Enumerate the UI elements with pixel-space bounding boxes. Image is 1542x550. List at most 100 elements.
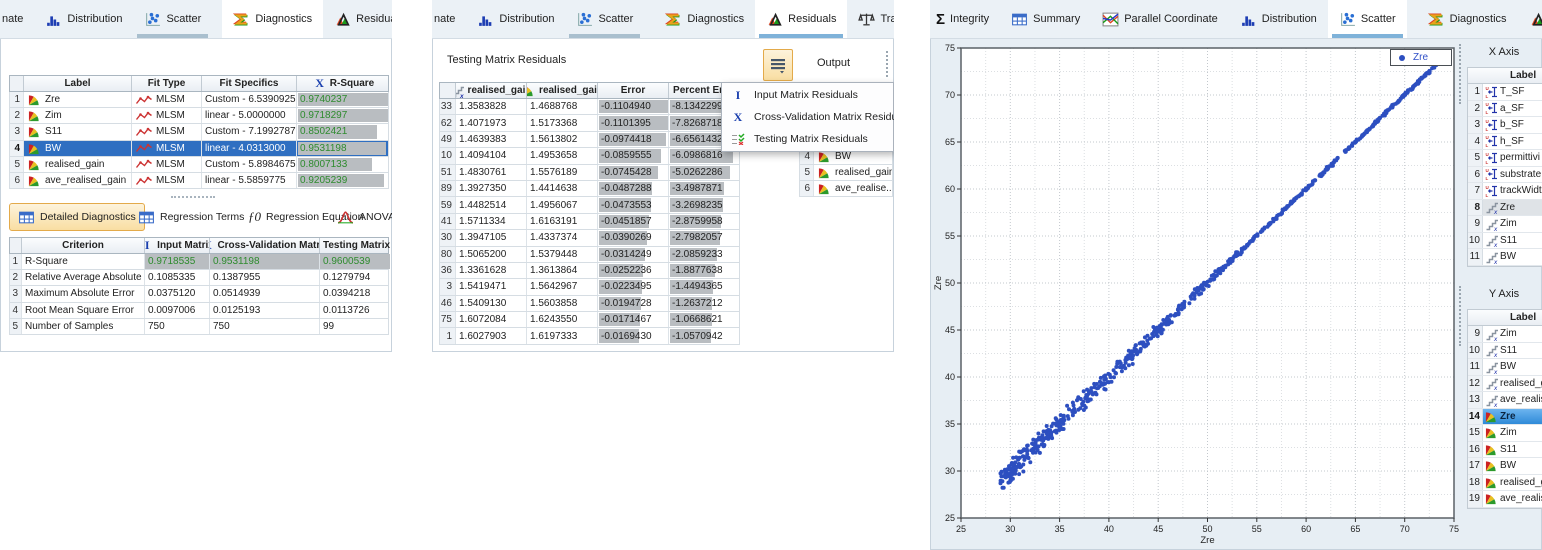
y-axis-variable-row[interactable]: 16 x S11	[1468, 442, 1542, 459]
y-axis-variable-row[interactable]: 17 x BW	[1468, 458, 1542, 475]
residual-row[interactable]: 41 1.5711334 1.6163191 -0.0451857 -2.875…	[439, 214, 740, 230]
residual-row[interactable]: 33 1.3583828 1.4688768 -0.1104940 -8.134…	[439, 99, 740, 115]
diagnostics-table-row[interactable]: 5 Number of Samples 750 750 99	[9, 319, 389, 335]
col-label[interactable]: Label	[24, 76, 132, 91]
diagnostics-table-row[interactable]: 1 R-Square 0.9718535 0.9531198 0.9600539	[9, 254, 389, 270]
tab-residuals[interactable]: Residuals	[755, 0, 847, 38]
residual-row[interactable]: 10 1.4094104 1.4953658 -0.0859555 -6.098…	[439, 148, 740, 164]
tab-residuals[interactable]: Residuals	[323, 0, 392, 38]
tab-distribution[interactable]: Distribution	[1229, 0, 1328, 38]
tab-tradeoff[interactable]: Trade-Off	[847, 0, 894, 38]
tab-integrity[interactable]: Σ Integrity	[930, 0, 1000, 38]
x-axis-variable-row[interactable]: 11 UL x BW	[1468, 249, 1542, 266]
residual-row[interactable]: 89 1.3927350 1.4414638 -0.0487288 -3.498…	[439, 181, 740, 197]
col-simulated[interactable]: xrealised_gain	[456, 83, 527, 98]
variable-icon: UL x	[1483, 184, 1500, 198]
tab-distribution[interactable]: Distribution	[34, 0, 133, 38]
residual-row[interactable]: 36 1.3361628 1.3613864 -0.0252236 -1.887…	[439, 263, 740, 279]
residual-row[interactable]: 59 1.4482514 1.4956067 -0.0473553 -3.269…	[439, 197, 740, 213]
y-axis-variable-row[interactable]: 18 x realised_g	[1468, 475, 1542, 492]
diagnostics-table-row[interactable]: 3 Maximum Absolute Error 0.0375120 0.051…	[9, 286, 389, 302]
tab-scatter[interactable]: Scatter	[133, 0, 212, 38]
detailed-diagnostics-button[interactable]: Detailed Diagnostics	[9, 203, 145, 231]
fit-table-row[interactable]: 5 realised_gain MLSM Custom - 5.8984675 …	[9, 157, 389, 173]
residual-row[interactable]: 1 1.6027903 1.6197333 -0.0169430 -1.0570…	[439, 328, 740, 344]
y-axis-variable-row[interactable]: 11 x BW	[1468, 359, 1542, 376]
residual-row[interactable]: 3 1.5419471 1.5642967 -0.0223495 -1.4494…	[439, 279, 740, 295]
scatter-plot[interactable]: 2525303035354040454550505555606065657070…	[933, 42, 1463, 548]
fit-table-row[interactable]: 4 BW MLSM linear - 4.0313000 0.9531198	[9, 141, 389, 157]
tab-scatter[interactable]: Scatter	[565, 0, 644, 38]
col-label[interactable]: Label	[1468, 312, 1536, 323]
tab-diagnostics[interactable]: Diagnostics	[654, 0, 755, 38]
tab-coordinate-truncated[interactable]: nate	[0, 0, 34, 38]
col-modelled[interactable]: realised_gain	[527, 83, 598, 98]
y-axis-variable-row[interactable]: 12 x realised_g	[1468, 376, 1542, 393]
residual-source-menu-button[interactable]	[763, 49, 793, 81]
fit-table-row[interactable]: 1 Zre MLSM Custom - 6.5390925 0.9740237	[9, 92, 389, 108]
menu-item-cross-validation-residuals[interactable]: X Cross-Validation Matrix Residuals	[722, 106, 893, 128]
y-axis-variable-row[interactable]: 15 x Zim	[1468, 425, 1542, 442]
col-criterion[interactable]: Criterion	[22, 238, 145, 253]
tab-bar: Σ Integrity Summary Parallel Coordinate …	[930, 0, 1542, 39]
svg-text:55: 55	[1252, 524, 1262, 534]
col-r-square[interactable]: XR-Square	[297, 76, 390, 91]
col-fit-specifics[interactable]: Fit Specifics	[202, 76, 297, 91]
x-axis-variable-row[interactable]: 3 UL x b_SF	[1468, 117, 1542, 134]
x-axis-variable-row[interactable]: 2 UL x a_SF	[1468, 101, 1542, 118]
residual-row[interactable]: 75 1.6072084 1.6243550 -0.0171467 -1.066…	[439, 312, 740, 328]
x-axis-variable-row[interactable]: 7 UL x trackWidt	[1468, 183, 1542, 200]
regression-terms-button[interactable]: Regression Terms	[129, 203, 253, 231]
residual-row[interactable]: 62 1.4071973 1.5173368 -0.1101395 -7.826…	[439, 115, 740, 131]
col-input-matrix[interactable]: IInput Matrix	[145, 238, 210, 253]
svg-text:U: U	[1485, 135, 1488, 140]
output-row[interactable]: 5 realised_gain	[799, 165, 893, 181]
anova-button[interactable]: ANOVA	[332, 203, 392, 231]
sidebar-splitter[interactable]	[1459, 286, 1461, 346]
residual-row[interactable]: 49 1.4639383 1.5613802 -0.0974418 -6.656…	[439, 132, 740, 148]
x-axis-variable-row[interactable]: 4 UL x h_SF	[1468, 134, 1542, 151]
x-axis-variable-row[interactable]: 8 UL x Zre	[1468, 200, 1542, 217]
col-cross-validation-matrix[interactable]: XCross-Validation Matrix	[210, 238, 320, 253]
output-row[interactable]: 6 ave_realise...	[799, 181, 893, 197]
y-axis-variable-row[interactable]: 10 x S11	[1468, 343, 1542, 360]
col-label[interactable]: Label	[1468, 70, 1536, 81]
tab-diagnostics[interactable]: Diagnostics	[222, 0, 323, 38]
svg-text:Zre: Zre	[933, 276, 944, 290]
tab-distribution[interactable]: Distribution	[466, 0, 565, 38]
col-error[interactable]: Error	[598, 83, 669, 98]
x-axis-variable-row[interactable]: 6 UL x substrate	[1468, 167, 1542, 184]
residual-row[interactable]: 30 1.3947105 1.4337374 -0.0390269 -2.798…	[439, 230, 740, 246]
fit-table-row[interactable]: 2 Zim MLSM linear - 5.0000000 0.9718297	[9, 108, 389, 124]
diagnostics-table-row[interactable]: 4 Root Mean Square Error 0.0097006 0.012…	[9, 303, 389, 319]
fit-table-row[interactable]: 3 S11 MLSM Custom - 7.1992787 0.8502421	[9, 124, 389, 140]
tab-coordinate-truncated[interactable]: nate	[432, 0, 466, 38]
x-axis-variable-row[interactable]: 9 UL x Zim	[1468, 216, 1542, 233]
residual-row[interactable]: 46 1.5409130 1.5603858 -0.0194728 -1.263…	[439, 296, 740, 312]
tab-residuals[interactable]: Residuals	[1518, 0, 1542, 38]
col-testing-matrix[interactable]: Testing Matrix	[320, 238, 390, 253]
residual-row[interactable]: 80 1.5065200 1.5379448 -0.0314249 -2.085…	[439, 247, 740, 263]
menu-item-input-matrix-residuals[interactable]: I Input Matrix Residuals	[722, 84, 893, 106]
x-axis-variable-row[interactable]: 5 UL x permittivi	[1468, 150, 1542, 167]
splitter-grip[interactable]	[171, 196, 215, 198]
sidebar-splitter[interactable]	[1459, 44, 1461, 104]
r-square-value: 0.9718297	[300, 110, 347, 121]
tab-parallel-coordinate[interactable]: Parallel Coordinate	[1091, 0, 1229, 38]
x-axis-variable-row[interactable]: 1 UL x T_SF	[1468, 84, 1542, 101]
y-axis-variable-row[interactable]: 9 x Zim	[1468, 326, 1542, 343]
x-axis-variable-row[interactable]: 10 UL x S11	[1468, 233, 1542, 250]
residual-row[interactable]: 51 1.4830761 1.5576189 -0.0745428 -5.026…	[439, 165, 740, 181]
y-axis-variable-row[interactable]: 13 x ave_realis	[1468, 392, 1542, 409]
fit-table-row[interactable]: 6 ave_realised_gain MLSM linear - 5.5859…	[9, 173, 389, 189]
menu-item-testing-matrix-residuals[interactable]: Testing Matrix Residuals	[722, 128, 893, 150]
tab-scatter[interactable]: Scatter	[1328, 0, 1407, 38]
tab-diagnostics[interactable]: Diagnostics	[1417, 0, 1518, 38]
diagnostics-table-row[interactable]: 2 Relative Average Absolute Error 0.1085…	[9, 270, 389, 286]
y-axis-variable-row[interactable]: 14 x Zre	[1468, 409, 1542, 426]
col-modelled-label: realised_gain	[539, 85, 598, 96]
y-axis-variable-row[interactable]: 19 x ave_realis	[1468, 491, 1542, 508]
section-drag-handle[interactable]	[886, 51, 888, 77]
tab-summary[interactable]: Summary	[1000, 0, 1091, 38]
col-fit-type[interactable]: Fit Type	[132, 76, 202, 91]
